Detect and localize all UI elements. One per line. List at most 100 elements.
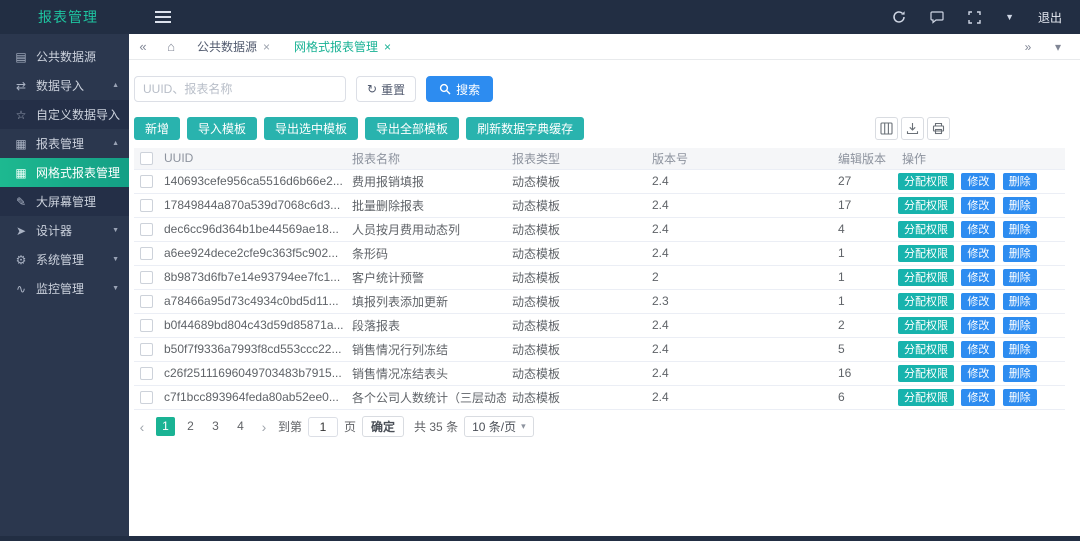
assign-permission-button[interactable]: 分配权限 bbox=[898, 389, 954, 406]
message-icon[interactable] bbox=[930, 10, 944, 24]
assign-permission-button[interactable]: 分配权限 bbox=[898, 365, 954, 382]
uuid-link[interactable]: 8b9873d6fb7e14e93794ee7fc1... bbox=[158, 265, 346, 289]
delete-button[interactable]: 删除 bbox=[1003, 341, 1037, 358]
row-checkbox[interactable] bbox=[140, 223, 153, 236]
sidebar-item-custom-data-import[interactable]: ☆ 自定义数据导入 bbox=[0, 100, 129, 129]
refresh-icon[interactable] bbox=[892, 10, 906, 24]
page-size-select[interactable]: 10 条/页 ▾ bbox=[464, 416, 534, 437]
expand-tabs-icon[interactable]: » bbox=[1014, 40, 1042, 54]
modify-button[interactable]: 修改 bbox=[961, 221, 995, 238]
row-checkbox[interactable] bbox=[140, 343, 153, 356]
assign-permission-button[interactable]: 分配权限 bbox=[898, 341, 954, 358]
tab-public-datasource[interactable]: 公共数据源 × bbox=[185, 34, 282, 59]
assign-permission-button[interactable]: 分配权限 bbox=[898, 293, 954, 310]
modify-button[interactable]: 修改 bbox=[961, 197, 995, 214]
uuid-link[interactable]: 140693cefe956ca5516d6b66e2... bbox=[158, 169, 346, 193]
select-all-checkbox[interactable] bbox=[140, 152, 153, 165]
table-row[interactable]: a6ee924dece2cfe9c363f5c902... 条形码 动态模板 2… bbox=[134, 241, 1065, 265]
print-icon[interactable] bbox=[927, 117, 950, 140]
assign-permission-button[interactable]: 分配权限 bbox=[898, 269, 954, 286]
menu-toggle-icon[interactable] bbox=[155, 11, 171, 23]
collapse-tabs-icon[interactable]: « bbox=[129, 39, 157, 54]
sidebar-item-report-management[interactable]: ▦ 报表管理 ▲ bbox=[0, 129, 129, 158]
column-settings-icon[interactable] bbox=[875, 117, 898, 140]
row-checkbox[interactable] bbox=[140, 199, 153, 212]
refresh-dictionary-cache-button[interactable]: 刷新数据字典缓存 bbox=[466, 117, 584, 140]
sidebar-item-monitor-management[interactable]: ∿ 监控管理 ▼ bbox=[0, 274, 129, 303]
assign-permission-button[interactable]: 分配权限 bbox=[898, 221, 954, 238]
modify-button[interactable]: 修改 bbox=[961, 317, 995, 334]
table-row[interactable]: c26f25111696049703483b7915... 销售情况冻结表头 动… bbox=[134, 361, 1065, 385]
user-caret-down-icon[interactable]: ▼ bbox=[1005, 12, 1014, 22]
confirm-button[interactable]: 确定 bbox=[362, 416, 404, 437]
row-checkbox[interactable] bbox=[140, 175, 153, 188]
tab-grid-report-management[interactable]: 网格式报表管理 × bbox=[282, 34, 403, 59]
sidebar-item-screen-management[interactable]: ✎ 大屏幕管理 bbox=[0, 187, 129, 216]
delete-button[interactable]: 删除 bbox=[1003, 365, 1037, 382]
close-icon[interactable]: × bbox=[384, 40, 391, 54]
delete-button[interactable]: 删除 bbox=[1003, 269, 1037, 286]
search-input[interactable] bbox=[134, 76, 346, 102]
page-button-2[interactable]: 2 bbox=[181, 417, 200, 436]
next-page-icon[interactable]: › bbox=[256, 419, 272, 435]
delete-button[interactable]: 删除 bbox=[1003, 389, 1037, 406]
export-all-template-button[interactable]: 导出全部模板 bbox=[365, 117, 459, 140]
import-template-button[interactable]: 导入模板 bbox=[187, 117, 257, 140]
modify-button[interactable]: 修改 bbox=[961, 389, 995, 406]
home-icon[interactable]: ⌂ bbox=[157, 39, 185, 54]
table-row[interactable]: 8b9873d6fb7e14e93794ee7fc1... 客户统计预警 动态模… bbox=[134, 265, 1065, 289]
delete-button[interactable]: 删除 bbox=[1003, 245, 1037, 262]
table-row[interactable]: b0f44689bd804c43d59d85871a... 段落报表 动态模板 … bbox=[134, 313, 1065, 337]
page-button-4[interactable]: 4 bbox=[231, 417, 250, 436]
close-icon[interactable]: × bbox=[263, 40, 270, 54]
row-checkbox[interactable] bbox=[140, 271, 153, 284]
delete-button[interactable]: 删除 bbox=[1003, 173, 1037, 190]
download-icon[interactable] bbox=[901, 117, 924, 140]
table-row[interactable]: dec6cc96d364b1be44569ae18... 人员按月费用动态列 动… bbox=[134, 217, 1065, 241]
row-checkbox[interactable] bbox=[140, 319, 153, 332]
modify-button[interactable]: 修改 bbox=[961, 293, 995, 310]
page-button-1[interactable]: 1 bbox=[156, 417, 175, 436]
uuid-link[interactable]: c7f1bcc893964feda80ab52ee0... bbox=[158, 385, 346, 409]
delete-button[interactable]: 删除 bbox=[1003, 317, 1037, 334]
table-row[interactable]: 140693cefe956ca5516d6b66e2... 费用报销填报 动态模… bbox=[134, 169, 1065, 193]
uuid-link[interactable]: dec6cc96d364b1be44569ae18... bbox=[158, 217, 346, 241]
page-button-3[interactable]: 3 bbox=[206, 417, 225, 436]
search-button[interactable]: 搜索 bbox=[426, 76, 493, 102]
row-checkbox[interactable] bbox=[140, 295, 153, 308]
modify-button[interactable]: 修改 bbox=[961, 365, 995, 382]
logout-button[interactable]: 退出 bbox=[1038, 9, 1062, 26]
assign-permission-button[interactable]: 分配权限 bbox=[898, 173, 954, 190]
modify-button[interactable]: 修改 bbox=[961, 173, 995, 190]
uuid-link[interactable]: a78466a95d73c4934c0bd5d11... bbox=[158, 289, 346, 313]
uuid-link[interactable]: c26f25111696049703483b7915... bbox=[158, 361, 346, 385]
modify-button[interactable]: 修改 bbox=[961, 245, 995, 262]
uuid-link[interactable]: 17849844a870a539d7068c6d3... bbox=[158, 193, 346, 217]
delete-button[interactable]: 删除 bbox=[1003, 293, 1037, 310]
tab-menu-caret-icon[interactable]: ▾ bbox=[1044, 40, 1072, 54]
table-row[interactable]: 17849844a870a539d7068c6d3... 批量删除报表 动态模板… bbox=[134, 193, 1065, 217]
goto-page-input[interactable] bbox=[308, 417, 338, 437]
assign-permission-button[interactable]: 分配权限 bbox=[898, 245, 954, 262]
modify-button[interactable]: 修改 bbox=[961, 341, 995, 358]
sidebar-item-data-import[interactable]: ⇄ 数据导入 ▲ bbox=[0, 71, 129, 100]
delete-button[interactable]: 删除 bbox=[1003, 221, 1037, 238]
table-row[interactable]: c7f1bcc893964feda80ab52ee0... 各个公司人数统计（三… bbox=[134, 385, 1065, 409]
table-row[interactable]: b50f7f9336a7993f8cd553ccc22... 销售情况行列冻结 … bbox=[134, 337, 1065, 361]
add-button[interactable]: 新增 bbox=[134, 117, 180, 140]
sidebar-item-public-datasource[interactable]: ▤ 公共数据源 bbox=[0, 42, 129, 71]
table-row[interactable]: a78466a95d73c4934c0bd5d11... 填报列表添加更新 动态… bbox=[134, 289, 1065, 313]
row-checkbox[interactable] bbox=[140, 367, 153, 380]
export-selected-template-button[interactable]: 导出选中模板 bbox=[264, 117, 358, 140]
sidebar-item-system-management[interactable]: ⚙ 系统管理 ▼ bbox=[0, 245, 129, 274]
uuid-link[interactable]: a6ee924dece2cfe9c363f5c902... bbox=[158, 241, 346, 265]
row-checkbox[interactable] bbox=[140, 391, 153, 404]
fullscreen-icon[interactable] bbox=[968, 11, 981, 24]
uuid-link[interactable]: b0f44689bd804c43d59d85871a... bbox=[158, 313, 346, 337]
modify-button[interactable]: 修改 bbox=[961, 269, 995, 286]
reset-button[interactable]: ↻ 重置 bbox=[356, 76, 416, 102]
assign-permission-button[interactable]: 分配权限 bbox=[898, 317, 954, 334]
delete-button[interactable]: 删除 bbox=[1003, 197, 1037, 214]
prev-page-icon[interactable]: ‹ bbox=[134, 419, 150, 435]
sidebar-item-grid-report-management[interactable]: ▦ 网格式报表管理 bbox=[0, 158, 129, 187]
